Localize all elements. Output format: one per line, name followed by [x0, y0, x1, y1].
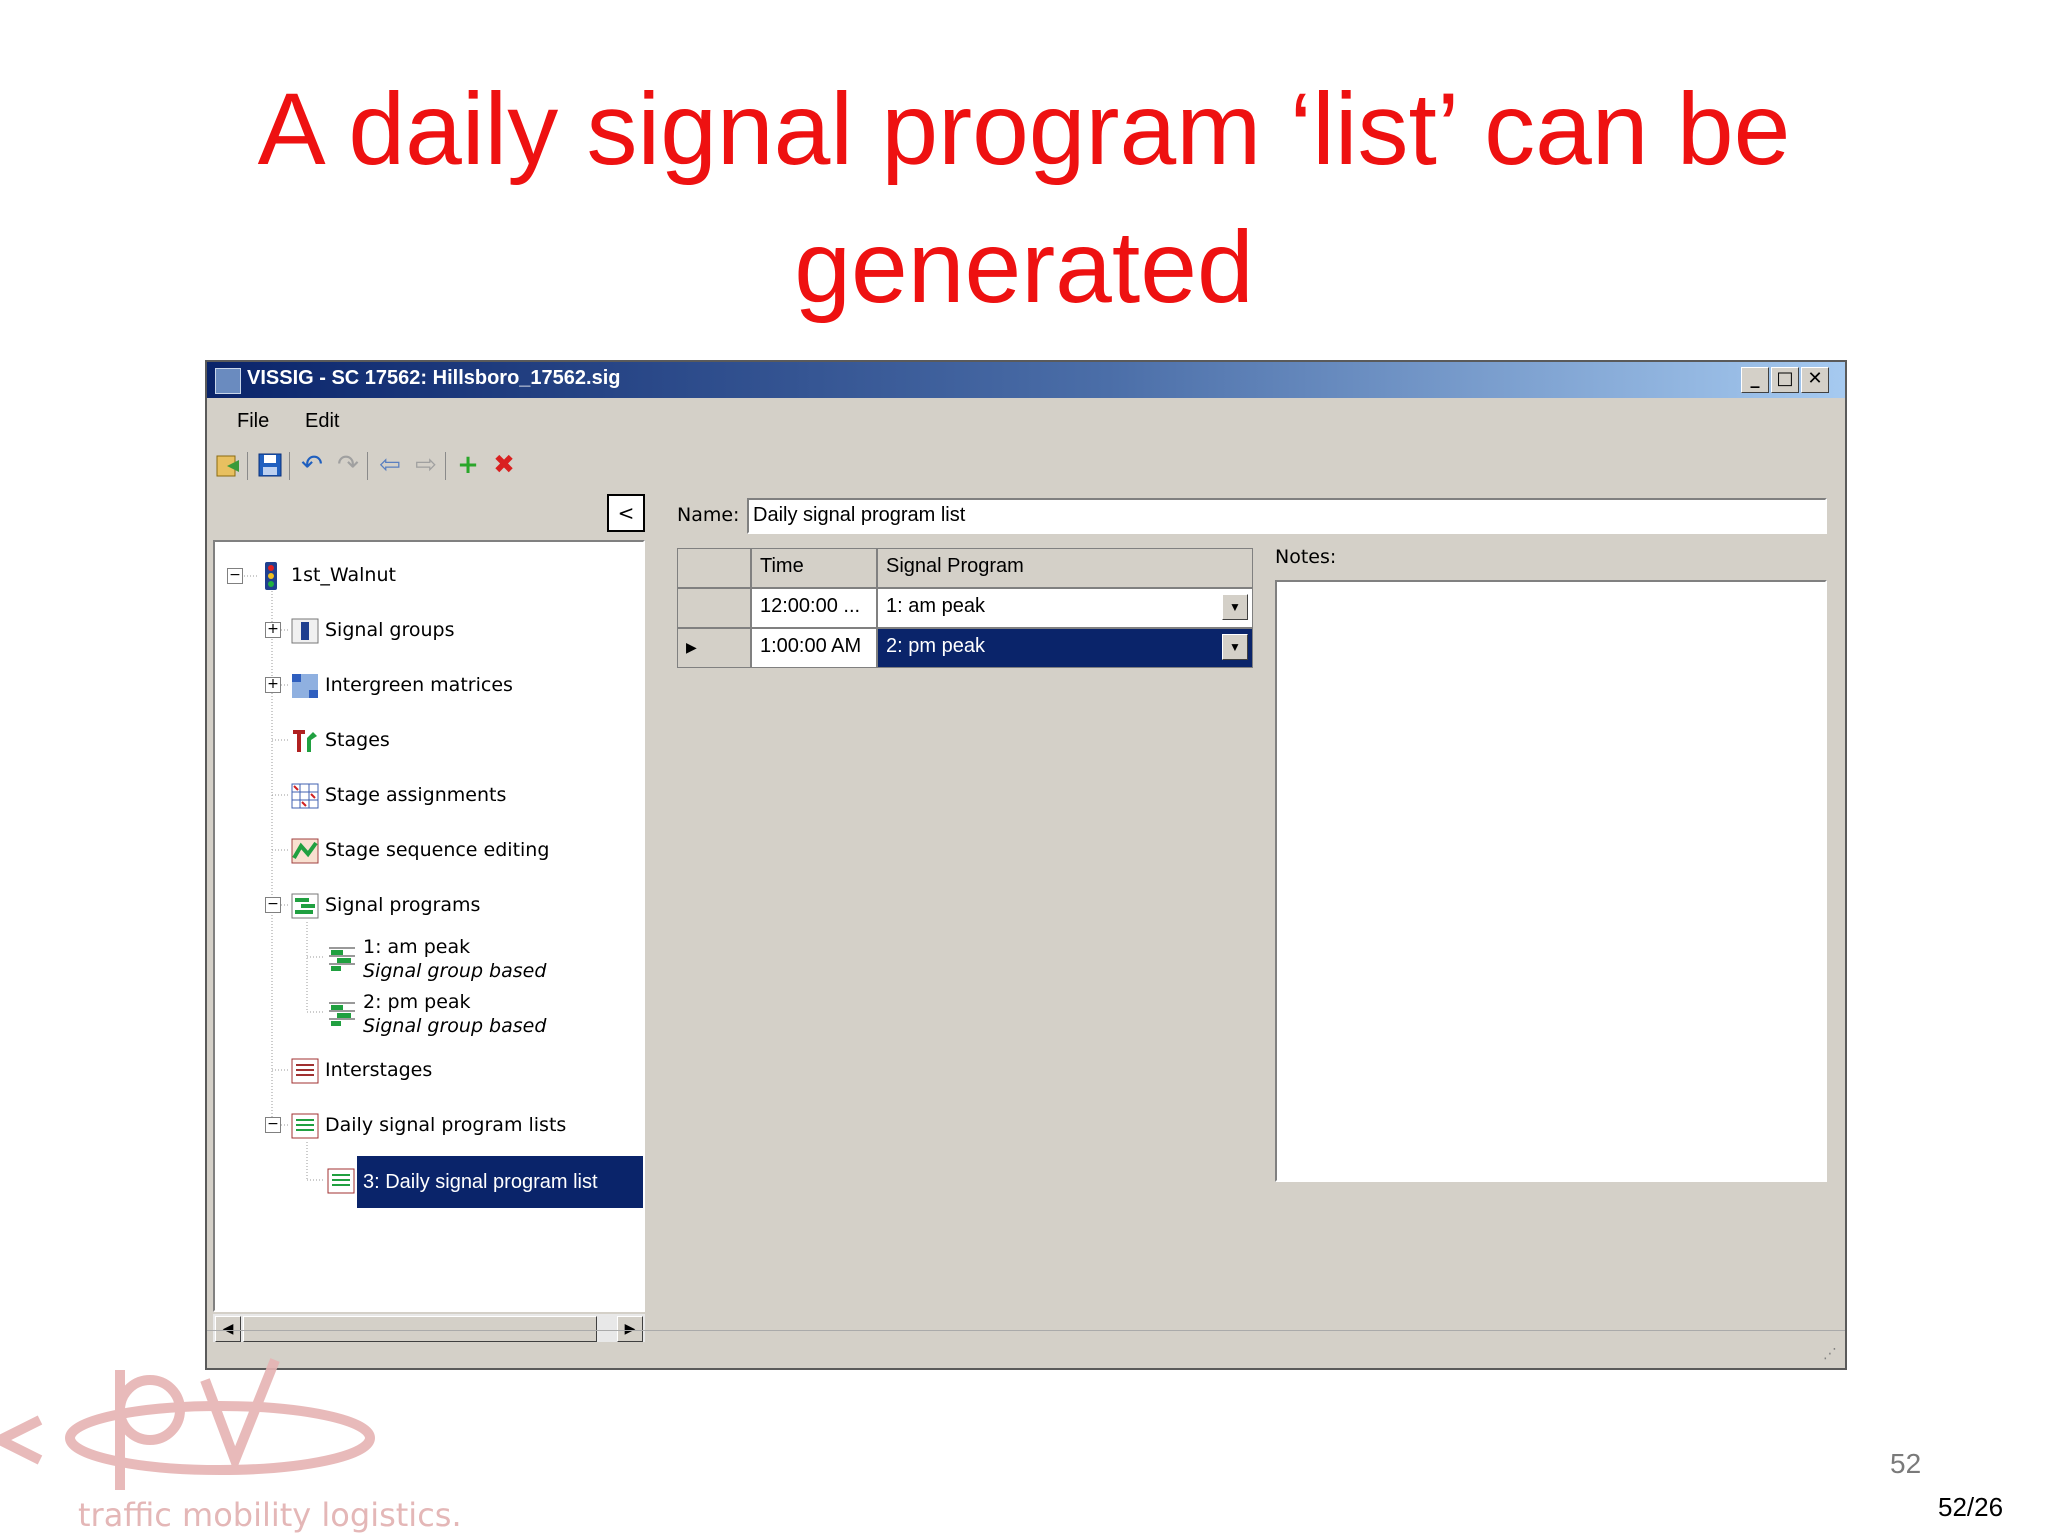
forward-icon[interactable]: ⇨ — [411, 450, 441, 480]
delete-icon[interactable]: ✖ — [489, 450, 519, 480]
daily-program-table: Time Signal Program 12:00:00 ... 1: am p… — [677, 548, 1253, 670]
tree-item-intergreen-matrices[interactable]: Intergreen matrices — [325, 674, 513, 696]
back-icon[interactable]: ⇦ — [375, 450, 405, 480]
logo-text: traffic mobility logistics. — [78, 1496, 462, 1534]
tree-header: < — [213, 492, 645, 536]
collapse-toggle[interactable]: − — [265, 1117, 281, 1133]
stages-icon — [291, 728, 317, 752]
dropdown-arrow-icon[interactable]: ▼ — [1222, 634, 1248, 660]
expand-toggle[interactable]: + — [265, 677, 281, 693]
toolbar-separator — [445, 452, 446, 480]
table-header-signal-program[interactable]: Signal Program — [877, 548, 1253, 588]
collapse-toggle[interactable]: − — [265, 897, 281, 913]
expand-toggle[interactable]: + — [265, 622, 281, 638]
menu-file[interactable]: File — [237, 410, 269, 433]
close-button[interactable]: ✕ — [1801, 367, 1829, 393]
table-cell-time[interactable]: 12:00:00 ... — [751, 588, 877, 628]
slide-title-line1: A daily signal program ‘list’ can be — [257, 72, 1791, 186]
tree-item-stage-sequence-editing[interactable]: Stage sequence editing — [325, 839, 549, 861]
tree-item-stages[interactable]: Stages — [325, 729, 390, 751]
name-label: Name: — [677, 504, 740, 526]
table-row-marker[interactable]: ▶ — [677, 628, 751, 668]
undo-icon[interactable]: ↶ — [297, 450, 327, 480]
program-icon — [327, 999, 355, 1026]
table-cell-program: 1: am peak — [886, 595, 985, 617]
notes-textarea[interactable] — [1275, 580, 1827, 1182]
menu-bar: File Edit — [207, 400, 1845, 442]
toolbar-separator — [247, 452, 248, 480]
page-number: 52 — [1890, 1448, 1922, 1479]
collapse-toggle[interactable]: − — [227, 568, 243, 584]
signal-controller-icon — [259, 562, 283, 590]
add-icon[interactable]: + — [453, 450, 483, 480]
tree-item-signal-programs[interactable]: Signal programs — [325, 894, 480, 916]
notes-label: Notes: — [1275, 546, 1337, 568]
signal-programs-icon — [291, 893, 319, 919]
collapse-panel-button[interactable]: < — [607, 494, 645, 532]
tree-item-signal-groups[interactable]: Signal groups — [325, 619, 454, 641]
dropdown-arrow-icon[interactable]: ▼ — [1222, 594, 1248, 620]
tree-item-stage-assignments[interactable]: Stage assignments — [325, 784, 506, 806]
tree-item-interstages[interactable]: Interstages — [325, 1059, 432, 1081]
maximize-button[interactable]: □ — [1771, 367, 1799, 393]
redo-icon[interactable]: ↷ — [333, 450, 363, 480]
slide-title-line2: generated — [794, 210, 1254, 324]
signal-groups-icon — [291, 618, 319, 644]
table-cell-time[interactable]: 1:00:00 AM — [751, 628, 877, 668]
daily-list-icon — [327, 1168, 355, 1194]
menu-edit[interactable]: Edit — [305, 410, 339, 433]
toolbar-separator — [289, 452, 290, 480]
table-header-time[interactable]: Time — [751, 548, 877, 588]
name-input[interactable]: Daily signal program list — [747, 498, 1827, 534]
interstages-icon — [291, 1058, 319, 1084]
stage-assignments-icon — [291, 783, 319, 809]
window-title: VISSIG - SC 17562: Hillsboro_17562.sig — [247, 367, 621, 389]
table-cell-program: 2: pm peak — [886, 635, 985, 657]
resize-grip-icon[interactable]: ⋰ — [1823, 1346, 1837, 1362]
window-titlebar[interactable]: VISSIG - SC 17562: Hillsboro_17562.sig _… — [207, 362, 1845, 398]
daily-lists-icon — [291, 1113, 319, 1139]
table-row[interactable]: 2: pm peak ▼ — [877, 628, 1253, 668]
minimize-button[interactable]: _ — [1741, 367, 1769, 393]
table-row-marker[interactable] — [677, 588, 751, 628]
save-icon[interactable] — [255, 450, 285, 480]
tree-item-daily-list-selected[interactable]: 3: Daily signal program list — [357, 1156, 643, 1208]
tree-item-program-1-type: Signal group based — [363, 960, 547, 982]
toolbar: ↶ ↷ ⇦ ⇨ + ✖ — [207, 444, 1845, 486]
program-tree: − 1st_Walnut + Signal groups + Intergree… — [213, 540, 645, 1312]
program-icon — [327, 944, 355, 971]
tree-item-program-1[interactable]: 1: am peak — [363, 936, 470, 958]
tree-item-program-2-type: Signal group based — [363, 1015, 547, 1037]
table-row[interactable]: 1: am peak ▼ — [877, 588, 1253, 628]
app-icon — [215, 368, 241, 394]
tree-item-program-2[interactable]: 2: pm peak — [363, 991, 471, 1013]
tree-item-daily-lists[interactable]: Daily signal program lists — [325, 1114, 566, 1136]
app-window: VISSIG - SC 17562: Hillsboro_17562.sig _… — [205, 360, 1847, 1370]
scroll-right-icon[interactable]: ▶ — [617, 1316, 643, 1342]
slide-title: A daily signal program ‘list’ can be gen… — [0, 60, 2048, 336]
intergreen-icon — [291, 673, 318, 698]
page-count: 52/26 — [1938, 1492, 2004, 1522]
table-header-corner — [677, 548, 751, 588]
tree-root-label[interactable]: 1st_Walnut — [291, 564, 396, 586]
toolbar-separator — [367, 452, 368, 480]
open-icon[interactable] — [213, 450, 243, 480]
stage-sequence-icon — [291, 838, 319, 864]
